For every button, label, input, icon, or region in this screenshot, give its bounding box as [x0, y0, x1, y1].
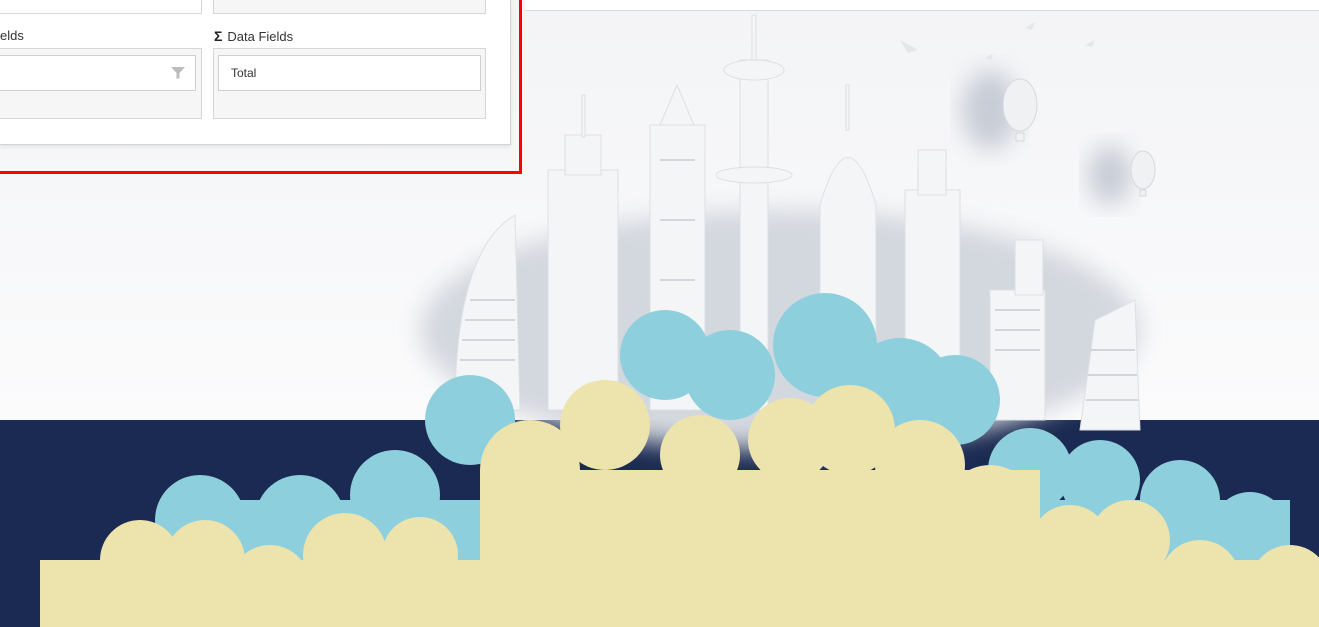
sigma-icon: Σ — [214, 28, 223, 44]
toolbar-strip — [525, 0, 1319, 11]
filter-fields-label: elds — [0, 28, 24, 43]
data-fields-title: Σ Data Fields — [214, 28, 293, 44]
filter-field-chip[interactable] — [0, 55, 196, 91]
data-field-chip-text: Total — [231, 66, 257, 80]
pivot-field-panel: elds Σ Data Fields Total — [0, 0, 511, 145]
column-fields-zone[interactable] — [0, 0, 202, 14]
row-fields-zone[interactable] — [213, 0, 486, 14]
data-fields-label: Data Fields — [227, 29, 294, 44]
filter-fields-zone[interactable] — [0, 48, 202, 119]
funnel-icon[interactable] — [171, 67, 185, 79]
data-field-chip-total[interactable]: Total — [218, 55, 481, 91]
data-fields-zone[interactable]: Total — [213, 48, 486, 119]
